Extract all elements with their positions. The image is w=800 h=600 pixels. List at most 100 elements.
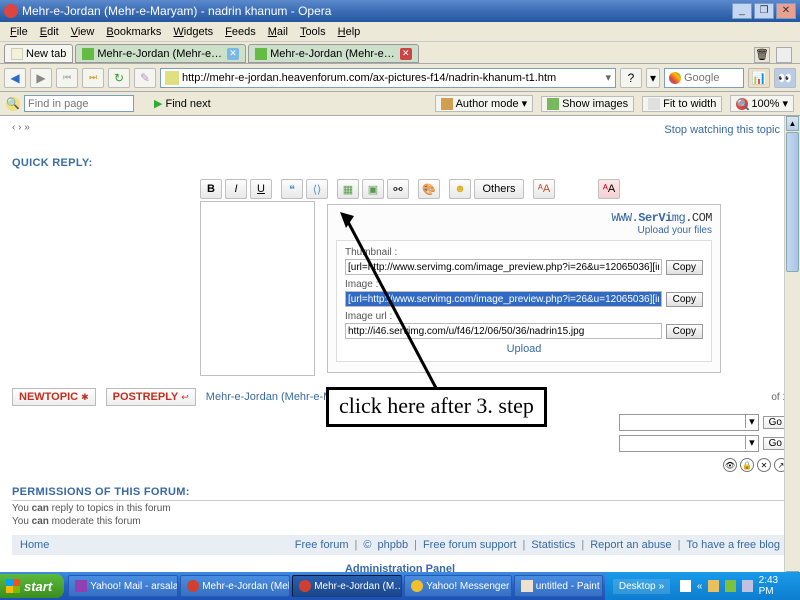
reload-button[interactable]: ↻ — [108, 68, 130, 88]
postreply-button[interactable]: POSTREPLY↩ — [106, 388, 196, 406]
image2-button[interactable]: ▣ — [362, 179, 384, 199]
start-button[interactable]: start — [0, 574, 64, 598]
go-button[interactable]: ▾ — [646, 68, 660, 88]
image-button[interactable]: ▦ — [337, 179, 359, 199]
url-input[interactable] — [182, 72, 605, 84]
menu-help[interactable]: Help — [332, 24, 367, 40]
star-icon: ✱ — [81, 392, 89, 403]
close-tab-icon[interactable]: ✕ — [400, 48, 412, 60]
copy-image-button[interactable]: Copy — [666, 292, 703, 307]
author-label: Author mode — [456, 98, 519, 110]
tray-arrows-icon[interactable]: « — [697, 581, 703, 592]
fast-forward-button[interactable]: ⏭ — [82, 68, 104, 88]
scrollbar[interactable]: ▲ ▼ — [784, 116, 800, 586]
bold-button[interactable]: B — [200, 179, 222, 199]
footer-link[interactable]: Statistics — [531, 539, 575, 551]
quote-button[interactable]: ❝ — [281, 179, 303, 199]
menu-widgets[interactable]: Widgets — [167, 24, 219, 40]
jump-select[interactable]: ▾ — [619, 414, 759, 431]
footer-link[interactable]: Free forum support — [423, 539, 517, 551]
desktop-toolbar[interactable]: Desktop» — [613, 579, 670, 594]
taskbar-item[interactable]: untitled - Paint — [514, 575, 603, 597]
lock-icon[interactable]: 🔒 — [740, 458, 754, 472]
panel-icon[interactable] — [776, 47, 792, 63]
start-label: start — [24, 579, 52, 594]
menu-feeds[interactable]: Feeds — [219, 24, 262, 40]
tab-1[interactable]: Mehr-e-Jordan (Mehr-e… ✕ — [75, 44, 246, 63]
thumbnail-input[interactable] — [345, 259, 662, 275]
taskbar-item[interactable]: Mehr-e-Jordan (Meh… — [180, 575, 290, 597]
new-tab[interactable]: New tab — [4, 44, 73, 63]
footer-link[interactable]: phpbb — [377, 539, 408, 551]
help-button[interactable]: ? — [620, 68, 642, 88]
dropdown-icon[interactable]: ▾ — [605, 71, 611, 84]
trash-icon[interactable]: 🗑 — [754, 47, 770, 63]
others-button[interactable]: Others — [474, 179, 524, 199]
image-input[interactable] — [345, 291, 662, 307]
find-bar: 🔍 ▶ Find next Author mode ▾ Show images … — [0, 92, 800, 116]
underline-button[interactable]: U — [250, 179, 272, 199]
tray-icon[interactable] — [680, 580, 691, 592]
scroll-up-icon[interactable]: ▲ — [786, 116, 799, 131]
smiley-button[interactable]: ☻ — [449, 179, 471, 199]
home-link[interactable]: Home — [20, 539, 49, 551]
footer-link[interactable]: Report an abuse — [590, 539, 671, 551]
show-images-button[interactable]: Show images — [541, 96, 634, 112]
search-box[interactable] — [664, 68, 744, 88]
menu-tools[interactable]: Tools — [294, 24, 332, 40]
link-button[interactable]: ⚯ — [387, 179, 409, 199]
watch-icon[interactable]: 👁 — [723, 458, 737, 472]
stop-watching-link[interactable]: Stop watching this topic — [664, 124, 780, 136]
wand-button[interactable]: ✎ — [134, 68, 156, 88]
copy-url-button[interactable]: Copy — [666, 324, 703, 339]
copy-thumb-button[interactable]: Copy — [666, 260, 703, 275]
jump-select-2[interactable]: ▾ — [619, 435, 759, 452]
footer-link[interactable]: Free forum — [295, 539, 349, 551]
menu-bookmarks[interactable]: Bookmarks — [100, 24, 167, 40]
color-button[interactable]: 🎨 — [418, 179, 440, 199]
find-next-button[interactable]: ▶ Find next — [154, 97, 211, 110]
rewind-button[interactable]: ⏮ — [56, 68, 78, 88]
search-input[interactable] — [684, 72, 734, 84]
tab-2[interactable]: Mehr-e-Jordan (Mehr-e… ✕ — [248, 44, 419, 63]
switch-mode-button[interactable]: ᴬA — [598, 179, 620, 199]
code-button[interactable]: ⟨⟩ — [306, 179, 328, 199]
font-button[interactable]: ᴬA — [533, 179, 555, 199]
binoculars-icon[interactable]: 👀 — [774, 68, 796, 88]
menu-file[interactable]: File — [4, 24, 34, 40]
menu-edit[interactable]: Edit — [34, 24, 65, 40]
delete-icon[interactable]: ✕ — [757, 458, 771, 472]
zoom-button[interactable]: 🔍 100% ▾ — [730, 95, 794, 112]
newtopic-button[interactable]: NEWTOPIC✱ — [12, 388, 96, 406]
footer-link[interactable]: To have a free blog — [686, 539, 780, 551]
servimg-logo: WWW.SerVimg.COM — [611, 211, 712, 225]
clock[interactable]: 2:43 PM — [759, 575, 792, 597]
taskbar-item-active[interactable]: Mehr-e-Jordan (M… — [292, 575, 402, 597]
url-bar[interactable]: ▾ — [160, 68, 616, 88]
upload-subtitle: Upload your files — [611, 225, 712, 236]
close-button[interactable]: ✕ — [776, 3, 796, 19]
volume-icon[interactable] — [742, 580, 753, 592]
maximize-button[interactable]: ❐ — [754, 3, 774, 19]
upload-link[interactable]: Upload — [345, 343, 703, 355]
back-button[interactable]: ◀ — [4, 68, 26, 88]
taskbar-item[interactable]: Yahoo! Mail - arsalan… — [68, 575, 178, 597]
find-input[interactable] — [24, 95, 134, 112]
tab-bar: New tab Mehr-e-Jordan (Mehr-e… ✕ Mehr-e-… — [0, 42, 800, 64]
italic-button[interactable]: I — [225, 179, 247, 199]
author-mode-button[interactable]: Author mode ▾ — [435, 95, 534, 112]
forward-button[interactable]: ▶ — [30, 68, 52, 88]
url-input[interactable] — [345, 323, 662, 339]
fit-width-button[interactable]: Fit to width — [642, 96, 722, 112]
reply-textarea[interactable] — [200, 201, 315, 376]
minimize-button[interactable]: _ — [732, 3, 752, 19]
fit-icon — [648, 98, 660, 110]
menu-mail[interactable]: Mail — [262, 24, 294, 40]
scroll-thumb[interactable] — [786, 132, 799, 272]
close-tab-icon[interactable]: ✕ — [227, 48, 239, 60]
view-button[interactable]: 📊 — [748, 68, 770, 88]
tray-icon[interactable] — [708, 580, 719, 592]
menu-view[interactable]: View — [65, 24, 101, 40]
taskbar-item[interactable]: Yahoo! Messenger — [404, 575, 512, 597]
tray-icon[interactable] — [725, 580, 736, 592]
